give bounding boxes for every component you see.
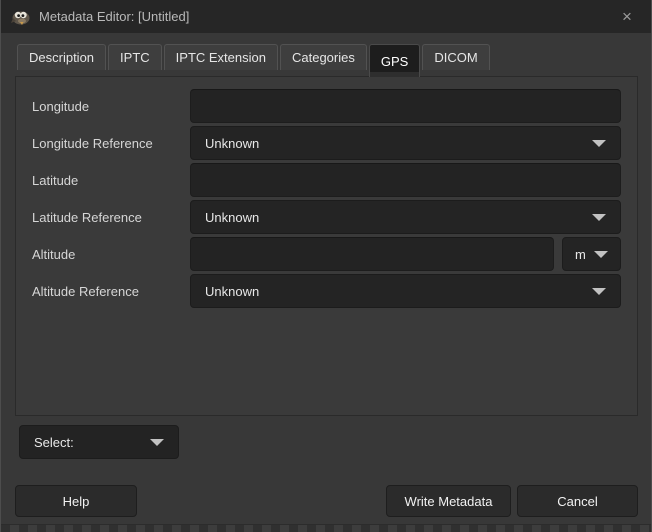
latitude-reference-value: Unknown xyxy=(205,210,592,225)
titlebar[interactable]: Metadata Editor: [Untitled] × xyxy=(1,0,651,33)
altitude-label: Altitude xyxy=(32,247,174,262)
metadata-editor-window: Metadata Editor: [Untitled] × Descriptio… xyxy=(0,0,652,532)
longitude-reference-value: Unknown xyxy=(205,136,592,151)
tab-label: IPTC xyxy=(120,50,150,65)
select-dropdown-label: Select: xyxy=(34,435,150,450)
altitude-reference-dropdown[interactable]: Unknown xyxy=(190,274,621,308)
tab-label: GPS xyxy=(381,54,408,69)
select-dropdown[interactable]: Select: xyxy=(19,425,179,459)
close-button[interactable]: × xyxy=(613,5,641,29)
tab-label: Description xyxy=(29,50,94,65)
tab-categories[interactable]: Categories xyxy=(280,44,367,70)
close-icon: × xyxy=(622,8,632,25)
tab-strip: Description IPTC IPTC Extension Categori… xyxy=(17,44,638,77)
write-metadata-button-label: Write Metadata xyxy=(405,494,493,509)
window-title: Metadata Editor: [Untitled] xyxy=(39,9,613,24)
altitude-cell: m xyxy=(190,237,621,271)
select-row: Select: xyxy=(19,425,638,459)
chevron-down-icon xyxy=(592,214,606,221)
altitude-unit-value: m xyxy=(575,247,594,262)
cancel-button-label: Cancel xyxy=(557,494,597,509)
tab-label: IPTC Extension xyxy=(176,50,266,65)
tab-dicom[interactable]: DICOM xyxy=(422,44,489,70)
chevron-down-icon xyxy=(594,251,608,258)
altitude-reference-value: Unknown xyxy=(205,284,592,299)
gimp-wilber-icon xyxy=(11,9,31,25)
gps-tab-panel: Longitude Longitude Reference Unknown La… xyxy=(15,76,638,416)
latitude-reference-dropdown[interactable]: Unknown xyxy=(190,200,621,234)
altitude-input[interactable] xyxy=(190,237,554,271)
chevron-down-icon xyxy=(150,439,164,446)
chevron-down-icon xyxy=(592,288,606,295)
write-metadata-button[interactable]: Write Metadata xyxy=(386,485,511,517)
longitude-input[interactable] xyxy=(190,89,621,123)
altitude-reference-label: Altitude Reference xyxy=(32,284,174,299)
altitude-unit-dropdown[interactable]: m xyxy=(562,237,621,271)
tab-gps[interactable]: GPS xyxy=(369,44,420,77)
latitude-reference-label: Latitude Reference xyxy=(32,210,174,225)
latitude-label: Latitude xyxy=(32,173,174,188)
gps-form: Longitude Longitude Reference Unknown La… xyxy=(32,89,621,308)
help-button-label: Help xyxy=(63,494,90,509)
longitude-reference-dropdown[interactable]: Unknown xyxy=(190,126,621,160)
tab-iptc[interactable]: IPTC xyxy=(108,44,162,70)
longitude-label: Longitude xyxy=(32,99,174,114)
latitude-input[interactable] xyxy=(190,163,621,197)
tab-label: DICOM xyxy=(434,50,477,65)
chevron-down-icon xyxy=(592,140,606,147)
footer: Help Write Metadata Cancel xyxy=(15,485,638,517)
longitude-reference-label: Longitude Reference xyxy=(32,136,174,151)
tab-label: Categories xyxy=(292,50,355,65)
window-resize-handle[interactable] xyxy=(1,524,651,532)
cancel-button[interactable]: Cancel xyxy=(517,485,638,517)
tab-description[interactable]: Description xyxy=(17,44,106,70)
help-button[interactable]: Help xyxy=(15,485,137,517)
tab-iptc-extension[interactable]: IPTC Extension xyxy=(164,44,278,70)
dialog-body: Description IPTC IPTC Extension Categori… xyxy=(1,33,651,518)
